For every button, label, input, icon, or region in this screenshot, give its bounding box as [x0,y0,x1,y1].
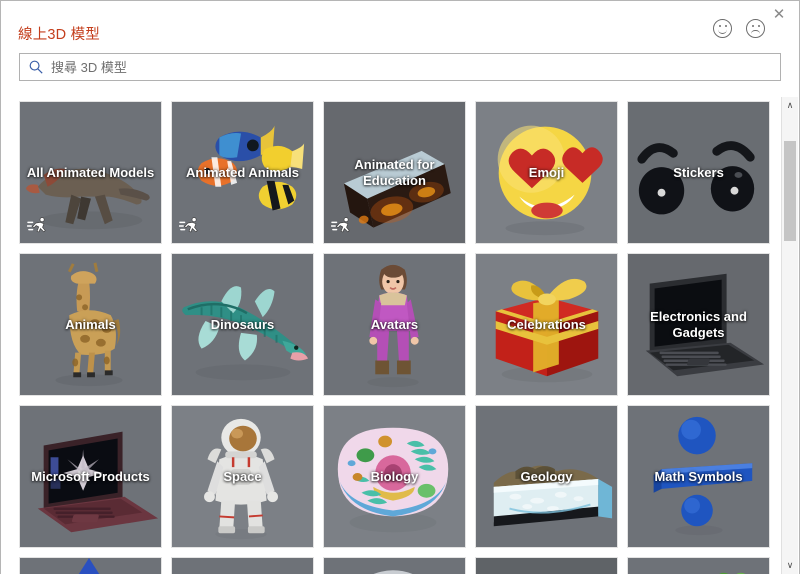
model-category-tile[interactable]: Emoji [475,101,618,244]
vertical-scrollbar[interactable]: ∧ ∨ [781,97,798,574]
online-3d-models-dialog: ✕ 線上3D 模型 All Animated ModelsAnimated An… [0,0,800,574]
model-category-tile[interactable]: Microsoft Products [19,405,162,548]
model-category-tile[interactable]: Dinosaurs [171,253,314,396]
animated-running-person-icon [26,216,49,236]
model-category-tile[interactable]: Celebrations [475,253,618,396]
dialog-header: 線上3D 模型 [1,19,799,53]
models-grid-area: All Animated Models Animated Animals Anima… [2,97,799,574]
scroll-down-icon[interactable]: ∨ [782,557,798,574]
smiley-happy-icon[interactable] [713,19,732,38]
models-grid: All Animated Models Animated Animals Anima… [19,101,771,574]
model-category-tile[interactable] [323,557,466,574]
model-category-tile[interactable] [627,557,770,574]
model-category-tile[interactable]: Stickers [627,101,770,244]
eye-left [718,25,721,27]
model-category-tile[interactable]: Math Symbols [627,405,770,548]
smiley-sad-icon[interactable] [746,19,765,38]
title-bar: ✕ [1,1,799,23]
model-category-tile[interactable]: All Animated Models [19,101,162,244]
model-category-tile[interactable] [475,557,618,574]
search-icon [29,60,43,74]
model-category-tile[interactable] [19,557,162,574]
model-category-tile[interactable]: Space [171,405,314,548]
model-category-tile[interactable]: Animals [19,253,162,396]
feedback-group [713,19,765,38]
model-category-tile[interactable] [171,557,314,574]
animated-running-person-icon [330,216,353,236]
model-category-tile[interactable]: Biology [323,405,466,548]
search-box[interactable] [19,53,781,81]
model-category-tile[interactable]: Animated for Education [323,101,466,244]
model-category-tile[interactable]: Animated Animals [171,101,314,244]
close-icon[interactable]: ✕ [765,4,793,24]
scrollbar-track[interactable] [782,114,798,557]
scroll-up-icon[interactable]: ∧ [782,97,798,114]
eye-left [751,25,754,27]
mouth [717,29,727,34]
scrollbar-thumb[interactable] [784,141,796,241]
mouth [750,29,760,35]
page-title: 線上3D 模型 [18,27,100,43]
search-input[interactable] [51,54,772,80]
eye-right [724,25,727,27]
animated-running-person-icon [178,216,201,236]
model-category-tile[interactable]: Electronics and Gadgets [627,253,770,396]
model-category-tile[interactable]: Avatars [323,253,466,396]
eye-right [757,25,760,27]
model-category-tile[interactable]: Geology [475,405,618,548]
